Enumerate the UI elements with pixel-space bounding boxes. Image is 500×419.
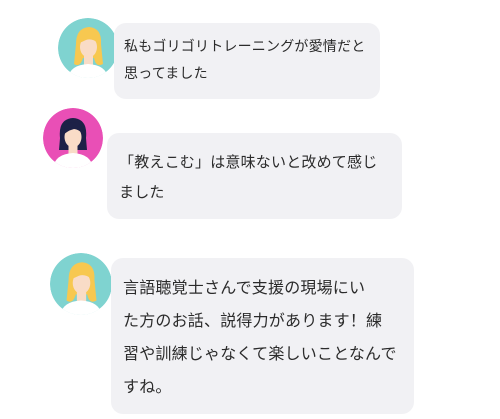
message-line: 思ってました xyxy=(124,66,208,82)
woman-blonde-avatar-icon xyxy=(58,18,118,78)
message-bubble: 言語聴覚士さんで支援の現場にい た方のお話、説得力があります！練 習や訓練じゃな… xyxy=(111,258,414,414)
message-bubble: 私もゴリゴリトレーニングが愛情だと 思ってました xyxy=(114,23,380,99)
woman-dark-hair-avatar-icon xyxy=(43,108,103,168)
message-bubble: 「教えこむ」は意味ないと改めて感じ ました xyxy=(107,133,402,219)
message-line: 習や訓練じゃなくて楽しいことなんで xyxy=(123,344,397,363)
message-line: 私もゴリゴリトレーニングが愛情だと xyxy=(124,39,366,55)
message-line: ました xyxy=(119,183,165,201)
woman-blonde-avatar-icon xyxy=(50,253,112,315)
message-line: 「教えこむ」は意味ないと改めて感じ xyxy=(119,153,378,171)
message-line: 言語聴覚士さんで支援の現場にい xyxy=(123,278,366,297)
message-line: すね。 xyxy=(123,377,172,396)
message-line: た方のお話、説得力があります！練 xyxy=(123,311,383,330)
